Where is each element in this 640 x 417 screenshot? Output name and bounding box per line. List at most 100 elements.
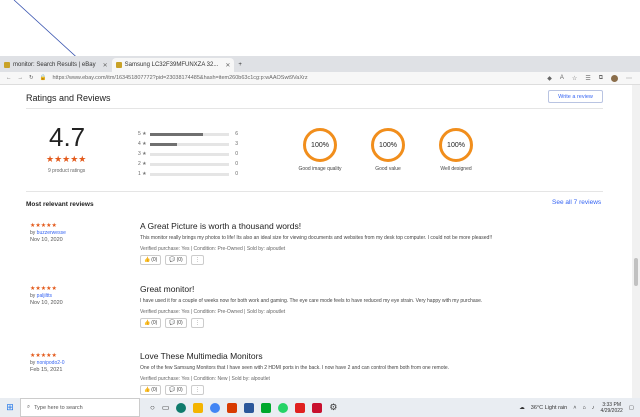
- review-actions: 👍 (0) 💬 (0) ⋮: [140, 385, 204, 395]
- histogram-count: 0: [235, 151, 238, 157]
- author-link[interactable]: buzzerwesse: [37, 230, 66, 236]
- office-icon[interactable]: [227, 402, 238, 413]
- favorite-icon[interactable]: ☆: [572, 75, 577, 82]
- review-title: Great monitor!: [140, 284, 195, 294]
- extension-icon[interactable]: ◆: [547, 75, 552, 82]
- forward-icon[interactable]: →: [18, 75, 24, 81]
- histogram-count: 3: [235, 141, 238, 147]
- chrome-icon[interactable]: [210, 402, 221, 413]
- desktop-background: [0, 0, 640, 56]
- thumbs-up-icon: 👍: [144, 257, 151, 263]
- pdf-icon[interactable]: [295, 402, 306, 413]
- review-stars: ★★★★★: [30, 223, 57, 229]
- review-author: by nonipodo2-0: [30, 360, 64, 366]
- histogram-row: 5 ★ 6: [138, 129, 238, 139]
- more-vertical-icon: ⋮: [194, 257, 200, 263]
- tab-label: Samsung LC32F39MFUNXZA 32...: [124, 62, 219, 68]
- clock[interactable]: 3:33 PM 4/29/2022: [601, 402, 623, 414]
- thumbs-up-icon: 👍: [144, 387, 151, 393]
- feature-rating: 100% Good value: [358, 128, 418, 172]
- review-author: by paljiltts: [30, 293, 52, 299]
- histogram-count: 0: [235, 171, 238, 177]
- favorites-bar-icon[interactable]: ☰: [585, 75, 590, 82]
- not-helpful-button[interactable]: 💬 (0): [165, 255, 187, 265]
- histogram-bar: [149, 162, 230, 166]
- close-tab-icon[interactable]: ✕: [103, 62, 108, 69]
- comment-count: (0): [176, 387, 183, 393]
- read-aloud-icon[interactable]: A: [560, 75, 564, 81]
- taskbar-search-input[interactable]: ⌕ Type here to search: [20, 398, 140, 417]
- thumbs-up-icon: 👍: [144, 320, 151, 326]
- by-label: by: [30, 360, 36, 366]
- chevron-up-icon[interactable]: ˄: [573, 405, 576, 411]
- lock-icon[interactable]: 🔒: [40, 75, 47, 81]
- scrollbar-thumb[interactable]: [634, 258, 638, 286]
- helpful-count: (0): [151, 257, 158, 263]
- back-icon[interactable]: ←: [6, 75, 12, 81]
- by-label: by: [30, 230, 36, 236]
- see-all-reviews-link[interactable]: See all 7 reviews: [552, 199, 601, 206]
- review-actions: 👍 (0) 💬 (0) ⋮: [140, 255, 204, 265]
- reload-icon[interactable]: ↻: [29, 75, 34, 81]
- comment-count: (0): [176, 257, 183, 263]
- new-tab-button[interactable]: +: [234, 58, 246, 72]
- review-title: A Great Picture is worth a thousand word…: [140, 221, 302, 231]
- tab-search-results[interactable]: monitor: Search Results | eBay ✕: [0, 58, 112, 72]
- media-player-icon[interactable]: [312, 402, 323, 413]
- histogram-row: 3 ★ 0: [138, 149, 238, 159]
- feature-rating: 100% Well designed: [426, 128, 486, 172]
- word-icon[interactable]: [244, 402, 255, 413]
- ratings-count: 9 product ratings: [48, 168, 86, 174]
- more-options-button[interactable]: ⋮: [190, 255, 204, 265]
- tab-product[interactable]: Samsung LC32F39MFUNXZA 32... ✕: [111, 58, 235, 72]
- browser-toolbar-icons: ◆ A ☆ ☰ ⧉ ⋯: [547, 74, 640, 82]
- helpful-button[interactable]: 👍 (0): [140, 385, 162, 395]
- windows-taskbar: ⊞ ⌕ Type here to search ○ ▭ ⚙ ☁ 36°C Lig…: [0, 398, 640, 417]
- more-options-button[interactable]: ⋮: [190, 318, 204, 328]
- file-explorer-icon[interactable]: [193, 402, 204, 413]
- clock-time: 3:33 PM: [602, 401, 621, 408]
- circle-label: Good value: [375, 166, 401, 172]
- volume-icon[interactable]: ♪: [592, 405, 595, 411]
- settings-gear-icon[interactable]: ⚙: [329, 402, 337, 413]
- author-link[interactable]: nonipodo2-0: [37, 360, 65, 366]
- more-options-button[interactable]: ⋮: [190, 385, 204, 395]
- helpful-count: (0): [151, 387, 158, 393]
- tab-label: monitor: Search Results | eBay: [13, 62, 96, 68]
- scrollbar-track[interactable]: [632, 85, 640, 398]
- weather-text[interactable]: 36°C Light rain: [531, 405, 567, 411]
- author-link[interactable]: paljiltts: [37, 293, 52, 299]
- profile-avatar[interactable]: [611, 74, 618, 82]
- comment-icon: 💬: [169, 320, 176, 326]
- close-tab-icon[interactable]: ✕: [225, 62, 230, 69]
- helpful-button[interactable]: 👍 (0): [140, 255, 162, 265]
- not-helpful-button[interactable]: 💬 (0): [165, 318, 187, 328]
- task-view-icon[interactable]: ▭: [162, 403, 170, 412]
- search-placeholder: Type here to search: [34, 404, 83, 411]
- write-review-button[interactable]: Write a review: [548, 90, 603, 103]
- histogram-count: 6: [235, 131, 238, 137]
- helpful-button[interactable]: 👍 (0): [140, 318, 162, 328]
- cortana-icon[interactable]: ○: [150, 403, 155, 412]
- page-content: Ratings and Reviews Write a review 4.7 ★…: [0, 85, 632, 398]
- edge-icon[interactable]: [176, 402, 187, 413]
- url-field[interactable]: https://www.ebay.com/itm/163451807772?pi…: [52, 75, 307, 81]
- system-tray: ☁ 36°C Light rain ˄ ⌂ ♪ 3:33 PM 4/29/202…: [519, 402, 640, 414]
- meet-icon[interactable]: [261, 402, 272, 413]
- whatsapp-icon[interactable]: [278, 402, 289, 413]
- more-icon[interactable]: ⋯: [626, 75, 632, 82]
- windows-start-icon[interactable]: ⊞: [0, 398, 20, 417]
- helpful-count: (0): [151, 320, 158, 326]
- histogram-fill: [149, 142, 177, 146]
- feature-rating: 100% Good image quality: [290, 128, 350, 172]
- not-helpful-button[interactable]: 💬 (0): [165, 385, 187, 395]
- collections-icon[interactable]: ⧉: [599, 75, 603, 82]
- network-icon[interactable]: ⌂: [582, 405, 585, 411]
- comment-icon: 💬: [169, 387, 176, 393]
- circle-label: Good image quality: [298, 166, 342, 172]
- histogram-row: 1 ★ 0: [138, 169, 238, 179]
- review-verified: Verified purchase: Yes | Condition: Pre-…: [140, 309, 286, 315]
- divider: [26, 191, 603, 192]
- notifications-icon[interactable]: ▢: [629, 405, 634, 411]
- review-stars: ★★★★★: [30, 286, 57, 292]
